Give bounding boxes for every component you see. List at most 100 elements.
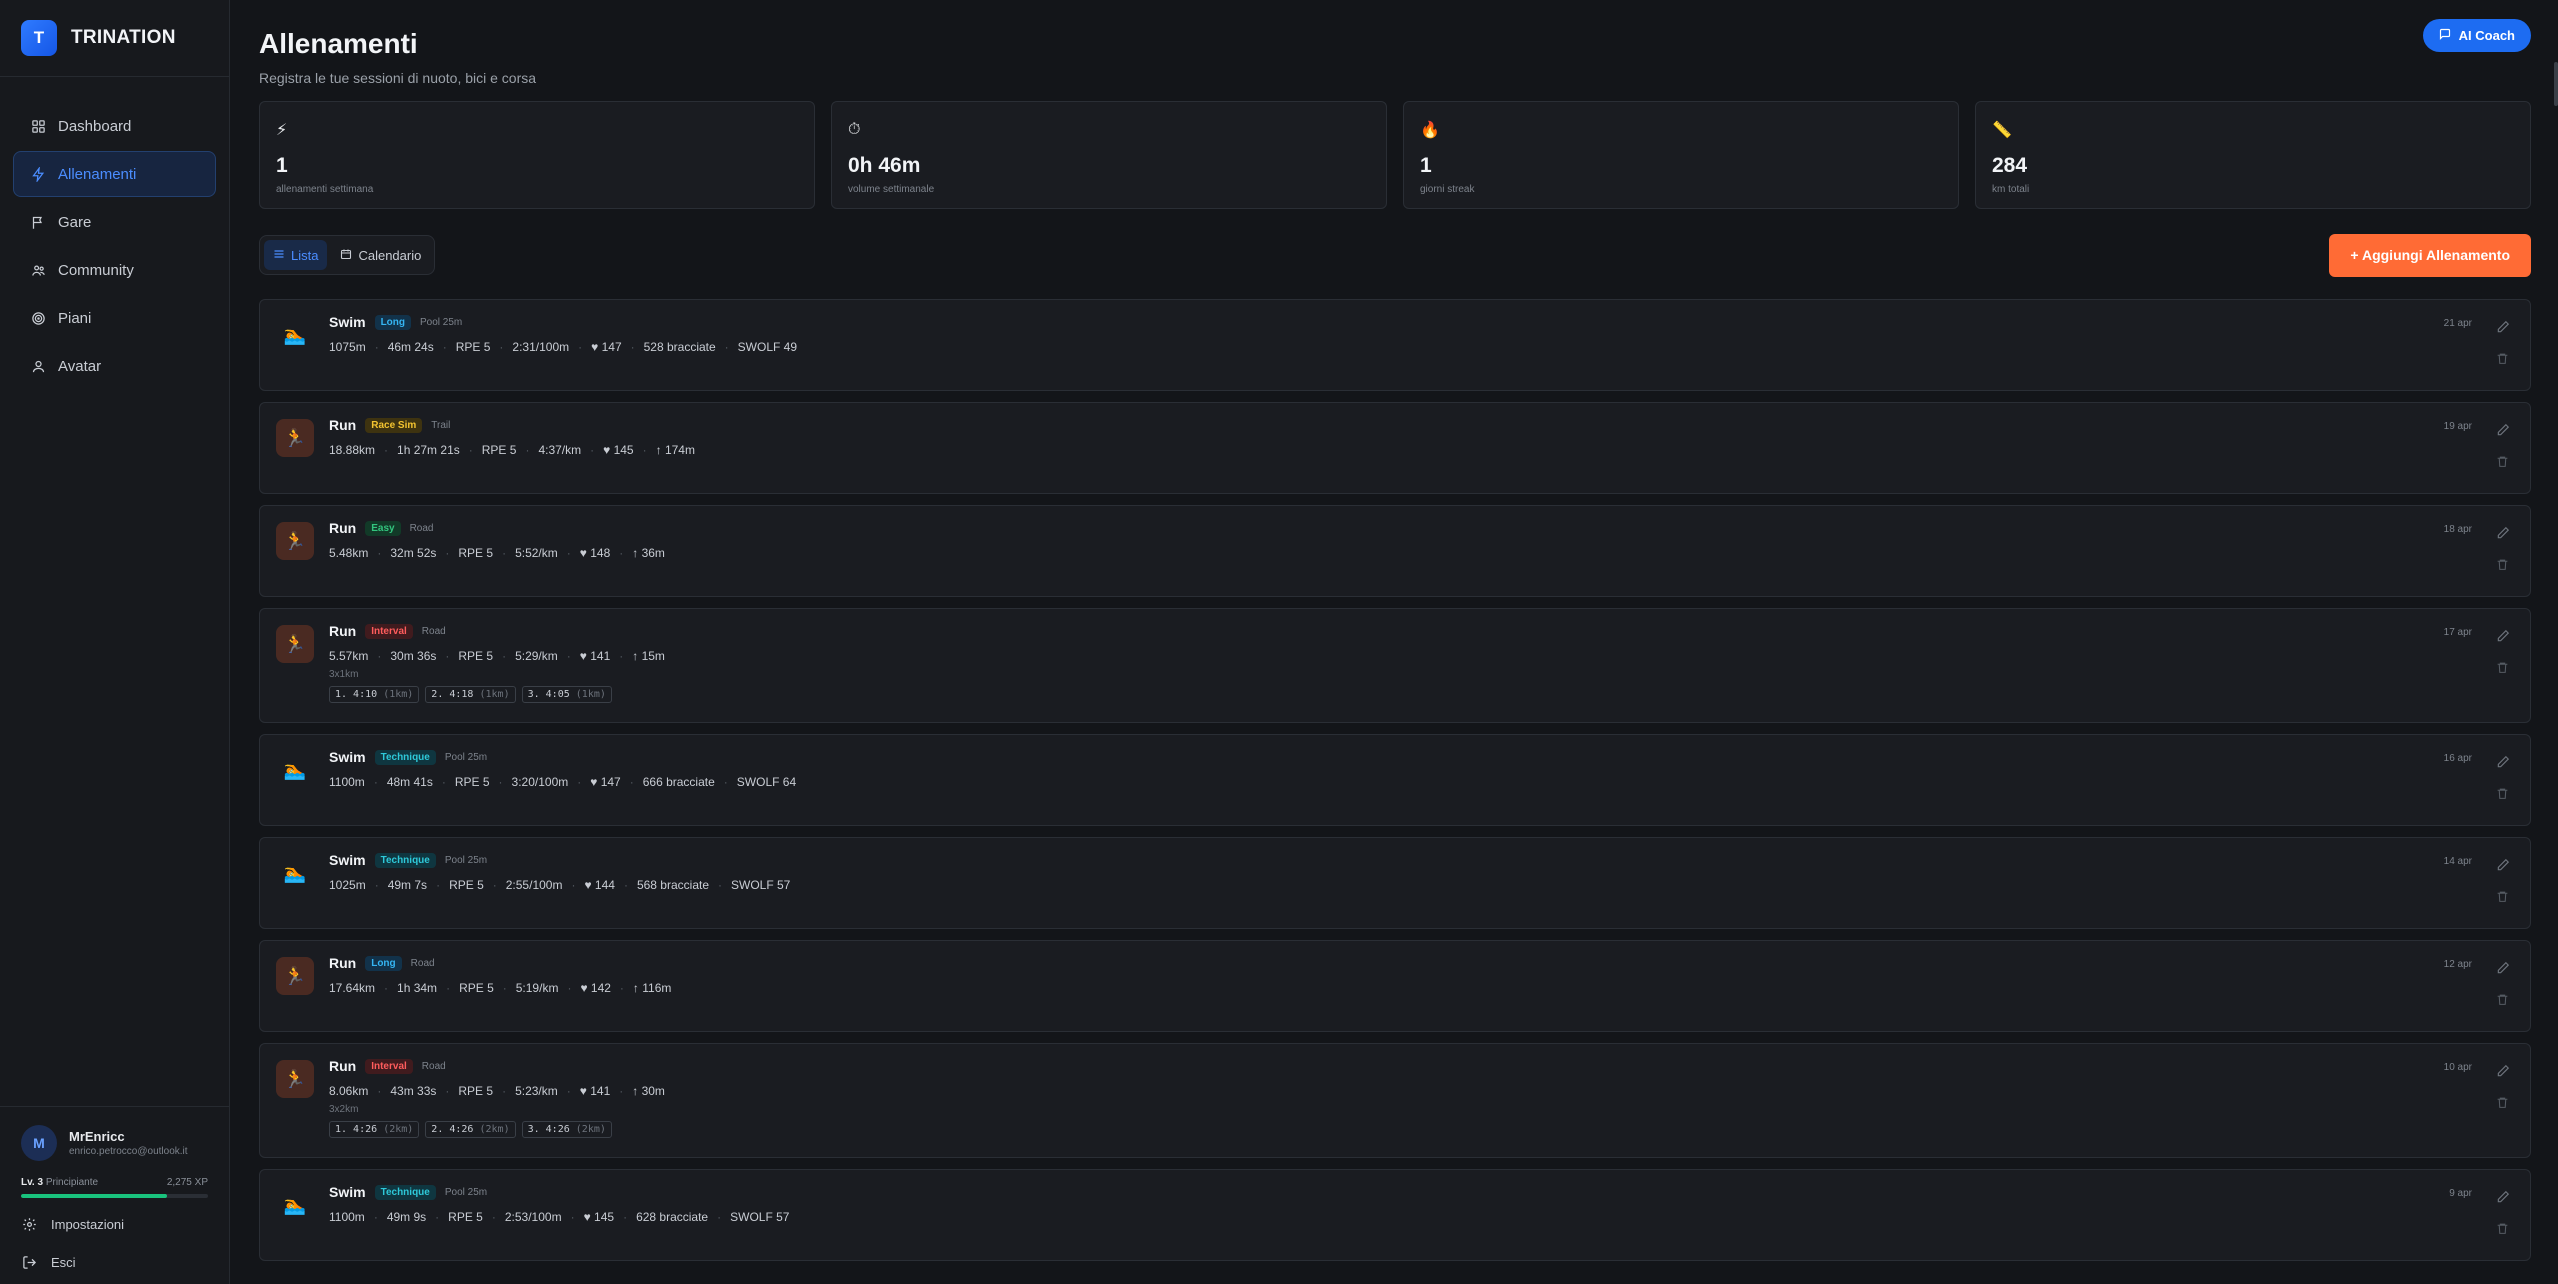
sidebar-item-piani[interactable]: Piani — [13, 295, 216, 341]
sidebar-item-gare[interactable]: Gare — [13, 199, 216, 245]
workout-metrics: 1100m · 49m 9s · RPE 5 · 2:53/100m · ♥ 145 · 628 b… — [329, 1210, 789, 1224]
edit-icon[interactable] — [2496, 526, 2510, 540]
edit-icon[interactable] — [2496, 858, 2510, 872]
separator-dot: · — [642, 443, 647, 457]
trash-icon[interactable] — [2496, 1222, 2510, 1236]
edit-icon[interactable] — [2496, 1064, 2510, 1078]
flag-icon — [30, 214, 46, 230]
separator-dot: · — [377, 546, 382, 560]
trash-icon[interactable] — [2496, 352, 2510, 366]
workout-tag: Interval — [365, 1058, 413, 1074]
edit-icon[interactable] — [2496, 320, 2510, 334]
split-distance: (1km) — [383, 689, 414, 700]
view-calendar-button[interactable]: Calendario — [331, 240, 430, 270]
user-profile[interactable]: M MrEnricc enrico.petrocco@outlook.it — [21, 1125, 208, 1161]
workout-metric: ♥ 144 — [584, 878, 615, 892]
separator-dot: · — [373, 1210, 378, 1224]
workout-type: Swim — [329, 749, 366, 765]
view-list-button[interactable]: Lista — [264, 240, 328, 270]
trash-icon[interactable] — [2496, 787, 2510, 801]
trash-icon[interactable] — [2496, 993, 2510, 1007]
workout-card[interactable]: 🏊 Swim Technique Pool 25m 1100m · 49m 9s · R… — [259, 1169, 2531, 1261]
workout-card[interactable]: 🏊 Swim Technique Pool 25m 1025m · 49m 7s · R… — [259, 837, 2531, 929]
workout-metric: ↑ 30m — [632, 1084, 665, 1098]
level-info: Lv. 3 Principiante — [21, 1177, 98, 1188]
separator-dot: · — [374, 340, 379, 354]
stat-label: giorni streak — [1420, 184, 1475, 195]
user-icon — [30, 358, 46, 374]
workout-metric: RPE 5 — [458, 546, 494, 560]
stat-label: allenamenti settimana — [276, 184, 374, 195]
workout-details: Swim Technique Pool 25m 1025m · 49m 7s · RPE… — [329, 852, 790, 928]
interval-reps: 3x2km — [329, 1104, 359, 1115]
scrollbar-handle[interactable] — [2554, 62, 2558, 106]
trash-icon[interactable] — [2496, 558, 2510, 572]
workout-card[interactable]: 🏃 Run Long Road 17.64km · 1h 34m · RPE 5 · 5:1… — [259, 940, 2531, 1032]
workout-card[interactable]: 🏃 Run Interval Road 8.06km · 43m 33s · RPE 5… — [259, 1043, 2531, 1158]
trash-icon[interactable] — [2496, 890, 2510, 904]
separator-dot: · — [619, 1084, 624, 1098]
sidebar-item-community[interactable]: Community — [13, 247, 216, 293]
workout-metric: RPE 5 — [481, 443, 517, 457]
interval-reps: 3x1km — [329, 669, 359, 680]
workout-metric: ♥ 147 — [591, 340, 622, 354]
trash-icon[interactable] — [2496, 455, 2510, 469]
brand[interactable]: T TRINATION — [0, 0, 229, 77]
edit-icon[interactable] — [2496, 423, 2510, 437]
sidebar-item-dashboard[interactable]: Dashboard — [13, 103, 216, 149]
workout-tag: Technique — [374, 749, 436, 765]
split-time: 3. 4:05 — [527, 689, 570, 700]
workout-location: Pool 25m — [444, 751, 488, 763]
level-row: Lv. 3 Principiante 2,275 XP — [21, 1177, 208, 1188]
separator-dot: · — [436, 878, 441, 892]
separator-dot: · — [718, 878, 722, 892]
workout-metric: 46m 24s — [387, 340, 434, 354]
edit-icon[interactable] — [2496, 755, 2510, 769]
sidebar-item-avatar[interactable]: Avatar — [13, 343, 216, 389]
sidebar: T TRINATION Dashboard Allenamenti Gare C… — [0, 0, 230, 1284]
workout-title-row: Swim Long Pool 25m — [329, 314, 797, 330]
brand-logo: T — [21, 20, 57, 56]
trash-icon[interactable] — [2496, 1096, 2510, 1110]
workout-card[interactable]: 🏃 Run Easy Road 5.48km · 32m 52s · RPE 5 · 5:5… — [259, 505, 2531, 597]
workout-metric: RPE 5 — [455, 340, 491, 354]
separator-dot: · — [623, 878, 628, 892]
ai-coach-button[interactable]: AI Coach — [2422, 19, 2531, 52]
sidebar-item-label: Community — [58, 261, 134, 279]
separator-dot: · — [567, 981, 572, 995]
separator-dot: · — [619, 546, 624, 560]
workout-title-row: Run Race Sim Trail — [329, 417, 695, 433]
separator-dot: · — [717, 1210, 722, 1224]
workout-details: Swim Long Pool 25m 1075m · 46m 24s · RPE 5 · 2… — [329, 314, 797, 390]
view-calendar-label: Calendario — [358, 247, 422, 263]
settings-link[interactable]: Impostazioni — [21, 1216, 208, 1232]
workout-title-row: Run Interval Road — [329, 623, 665, 639]
separator-dot: · — [384, 981, 389, 995]
workout-metric: 1h 27m 21s — [397, 443, 460, 457]
workout-metric: 5:52/km — [515, 546, 558, 560]
interval-splits: 1. 4:26 (2km) 2. 4:26 (2km) 3. 4:26 (2km) — [329, 1121, 665, 1138]
workout-card[interactable]: 🏊 Swim Technique Pool 25m 1100m · 48m 41s ·… — [259, 734, 2531, 826]
workout-metric: SWOLF 57 — [731, 878, 791, 892]
workout-metric: 5:29/km — [515, 649, 558, 663]
page-subtitle: Registra le tue sessioni di nuoto, bici … — [259, 70, 537, 86]
workout-card[interactable]: 🏃 Run Race Sim Trail 18.88km · 1h 27m 21s ·… — [259, 402, 2531, 494]
list-icon — [273, 248, 285, 263]
logout-link[interactable]: Esci — [21, 1254, 208, 1270]
workout-metric: 2:31/100m — [512, 340, 570, 354]
workout-type: Run — [329, 623, 357, 639]
separator-dot: · — [373, 775, 378, 789]
add-workout-button[interactable]: + Aggiungi Allenamento — [2329, 233, 2531, 277]
separator-dot: · — [590, 443, 595, 457]
workout-card[interactable]: 🏃 Run Interval Road 5.57km · 30m 36s · RPE 5… — [259, 608, 2531, 723]
edit-icon[interactable] — [2496, 1190, 2510, 1204]
workout-metric: ♥ 141 — [579, 1084, 611, 1098]
users-icon — [30, 262, 46, 278]
edit-icon[interactable] — [2496, 961, 2510, 975]
sidebar-item-allenamenti[interactable]: Allenamenti — [13, 151, 216, 197]
workout-card[interactable]: 🏊 Swim Long Pool 25m 1075m · 46m 24s · RPE 5… — [259, 299, 2531, 391]
edit-icon[interactable] — [2496, 629, 2510, 643]
workout-type: Run — [329, 955, 357, 971]
trash-icon[interactable] — [2496, 661, 2510, 675]
swimmer-icon: 🏊 — [283, 862, 307, 883]
